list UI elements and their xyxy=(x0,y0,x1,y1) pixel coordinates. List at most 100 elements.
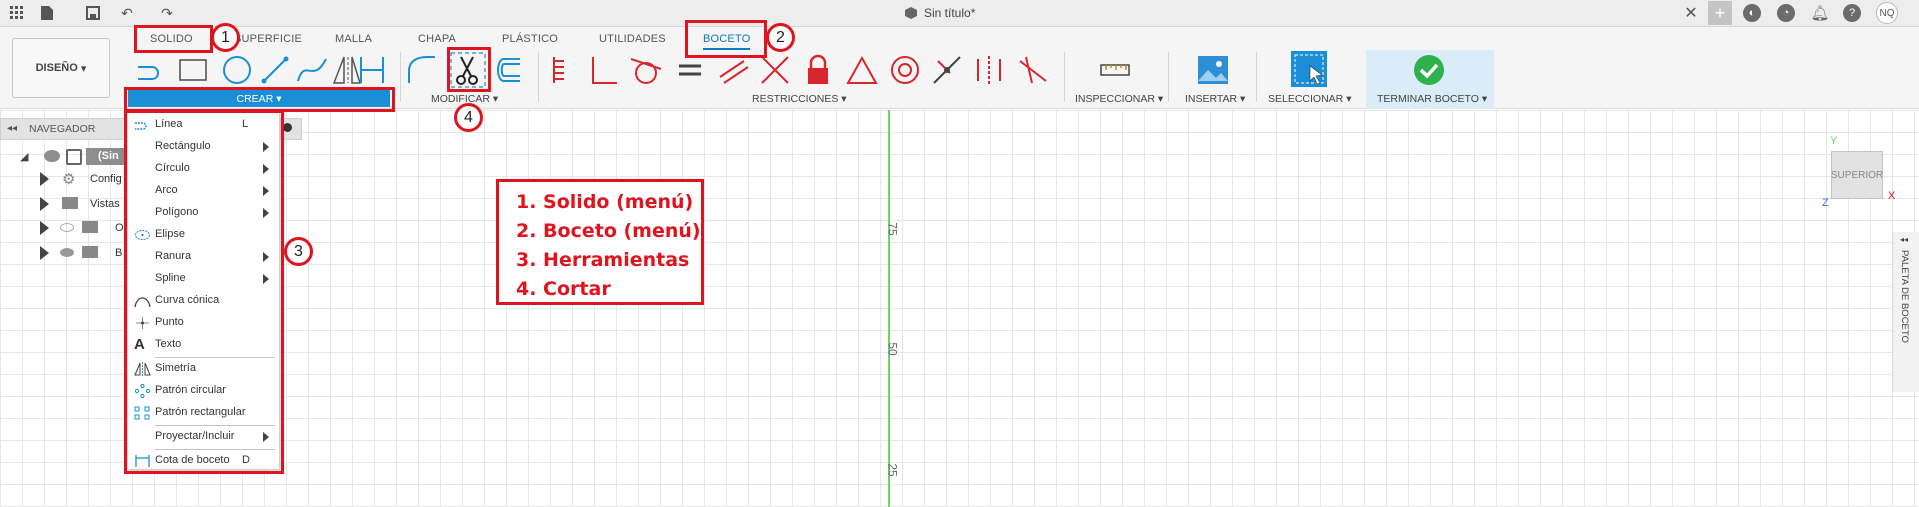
workspace-label: DISEÑO xyxy=(35,62,78,74)
tab-superficie[interactable]: SUPERFICIE xyxy=(234,33,302,45)
browser-item-label: Config xyxy=(90,173,122,185)
notifications-icon[interactable]: 🔔︎ xyxy=(1810,4,1829,22)
y-axis-label: Y xyxy=(1830,135,1838,147)
modificar-label: MODIFICAR xyxy=(431,93,490,105)
axis-number-75: 75 xyxy=(885,222,900,236)
measure-icon[interactable] xyxy=(1098,53,1132,87)
annotation-marker-2: 2 xyxy=(766,23,795,52)
circle-tool-icon[interactable] xyxy=(220,53,254,87)
triangle-constraint-icon[interactable] xyxy=(845,53,879,87)
view-cube[interactable]: SUPERIOR xyxy=(1831,151,1883,199)
avatar[interactable]: NQ xyxy=(1876,2,1898,24)
rectangle-tool-icon[interactable] xyxy=(176,53,210,87)
inspeccionar-dropdown[interactable]: INSPECCIONAR ▾ xyxy=(1075,93,1163,105)
offset-tool-icon[interactable] xyxy=(490,53,524,87)
spline-tool-icon[interactable] xyxy=(295,53,329,87)
annotation-marker-4: 4 xyxy=(454,103,483,132)
redo-icon[interactable]: ↷ xyxy=(158,4,176,22)
expand-arrow-icon[interactable] xyxy=(40,197,49,211)
midpoint-constraint-icon[interactable] xyxy=(930,53,964,87)
annotation-box-herramientas xyxy=(124,110,284,474)
group-separator xyxy=(1064,52,1065,102)
expand-palette-icon[interactable]: ◂◂ xyxy=(1900,235,1908,244)
document-title: Sin título* xyxy=(924,6,976,20)
job-status-icon[interactable]: ◔ xyxy=(1777,4,1795,22)
fix-constraint-icon[interactable] xyxy=(546,53,580,87)
view-cube-label: SUPERIOR xyxy=(1830,169,1884,181)
root-label: (Sin xyxy=(86,148,126,165)
axis-number-50: 50 xyxy=(885,342,900,356)
expand-arrow-icon[interactable] xyxy=(40,172,49,186)
equal-constraint-icon[interactable] xyxy=(673,53,707,87)
restricciones-dropdown[interactable]: RESTRICCIONES ▾ xyxy=(752,93,847,105)
title-bar: ↶ ↷ Sin título* ✕ + ◐ ◔ 🔔︎ ? NQ xyxy=(0,0,1919,27)
undo-icon[interactable]: ↶ xyxy=(118,4,136,22)
save-icon[interactable] xyxy=(84,4,102,22)
annotation-marker-3: 3 xyxy=(284,237,313,266)
perpendicular-constraint-icon[interactable] xyxy=(587,53,621,87)
sketch-palette-tab[interactable]: ◂◂ PALETA DE BOCETO xyxy=(1892,232,1919,392)
three-point-line-icon[interactable] xyxy=(258,53,292,87)
help-icon[interactable]: ? xyxy=(1843,4,1861,22)
sketch-dimension-tool-icon[interactable] xyxy=(355,53,389,87)
hidden-eye-icon[interactable] xyxy=(60,223,74,232)
extensions-icon[interactable]: ◐ xyxy=(1743,4,1761,22)
group-separator xyxy=(400,52,401,102)
annotation-box-cortar xyxy=(447,47,491,92)
sketch-canvas[interactable] xyxy=(0,110,1919,507)
visibility-eye-icon[interactable] xyxy=(44,150,60,162)
select-window-icon[interactable] xyxy=(1290,50,1328,88)
workspace-switcher[interactable]: DISEÑO ▾ xyxy=(12,38,110,98)
group-separator xyxy=(1168,52,1169,102)
terminar-boceto-dropdown[interactable]: TERMINAR BOCETO ▾ xyxy=(1377,93,1487,105)
folder-icon xyxy=(82,221,98,233)
pin-icon[interactable] xyxy=(283,123,292,132)
insert-image-icon[interactable] xyxy=(1196,53,1230,87)
expand-arrow-icon[interactable] xyxy=(40,246,49,260)
seleccionar-label: SELECCIONAR xyxy=(1268,93,1344,105)
group-separator xyxy=(1256,52,1257,102)
tab-malla[interactable]: MALLA xyxy=(335,33,372,45)
legend-line: 1. Solido (menú) xyxy=(516,191,694,213)
fillet-tool-icon[interactable] xyxy=(405,53,439,87)
tab-plastico[interactable]: PLÁSTICO xyxy=(502,33,558,45)
collinear-constraint-icon[interactable] xyxy=(1016,53,1050,87)
terminar-label: TERMINAR BOCETO xyxy=(1377,93,1479,105)
axis-number-25: 25 xyxy=(885,463,900,477)
tab-chapa[interactable]: CHAPA xyxy=(418,33,456,45)
navigator-title: NAVEGADOR xyxy=(29,123,96,135)
parallel-constraint-icon[interactable] xyxy=(716,53,750,87)
legend-line: 4. Cortar xyxy=(516,278,611,300)
app-grid-icon[interactable] xyxy=(8,4,26,22)
insertar-label: INSERTAR xyxy=(1185,93,1238,105)
annotation-box-solido xyxy=(134,25,213,53)
annotation-legend: 1. Solido (menú) 2. Boceto (menú) 3. Her… xyxy=(496,179,704,305)
browser-item-label: Vistas xyxy=(90,198,120,210)
legend-line: 2. Boceto (menú) xyxy=(516,220,701,242)
coincident-constraint-icon[interactable] xyxy=(758,53,792,87)
new-tab-icon[interactable]: + xyxy=(1708,1,1732,25)
restricciones-label: RESTRICCIONES xyxy=(752,93,839,105)
close-tab-icon[interactable]: ✕ xyxy=(1682,4,1700,22)
group-separator xyxy=(538,52,539,102)
line-tool-icon[interactable] xyxy=(134,53,168,87)
symmetry-constraint-icon[interactable] xyxy=(972,53,1006,87)
tangent-constraint-icon[interactable] xyxy=(629,53,663,87)
browser-item-label: B xyxy=(115,247,123,259)
concentric-constraint-icon[interactable] xyxy=(888,53,922,87)
file-menu-icon[interactable] xyxy=(38,4,56,22)
collapse-icon[interactable]: ◂◂ xyxy=(7,123,17,134)
visibility-eye-icon[interactable] xyxy=(60,248,74,257)
insertar-dropdown[interactable]: INSERTAR ▾ xyxy=(1185,93,1245,105)
inspeccionar-label: INSPECCIONAR xyxy=(1075,93,1155,105)
tab-utilidades[interactable]: UTILIDADES xyxy=(599,33,666,45)
expand-icon[interactable]: ◢ xyxy=(20,150,28,163)
annotation-marker-1: 1 xyxy=(211,23,240,52)
x-axis-label: X xyxy=(1888,190,1896,202)
folder-icon xyxy=(82,246,98,258)
lock-constraint-icon[interactable] xyxy=(801,53,835,87)
expand-arrow-icon[interactable] xyxy=(40,221,49,235)
finish-sketch-check-icon[interactable] xyxy=(1413,54,1445,86)
seleccionar-dropdown[interactable]: SELECCIONAR ▾ xyxy=(1268,93,1351,105)
gear-icon: ⚙ xyxy=(62,171,76,188)
